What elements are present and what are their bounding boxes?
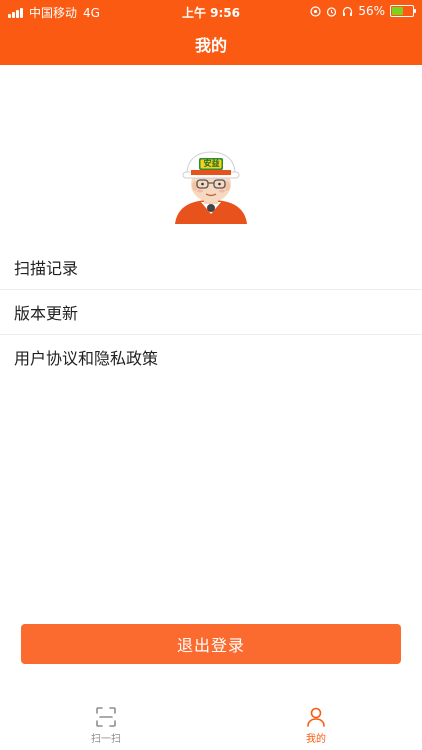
menu-item-version-update[interactable]: 版本更新 [0,290,422,335]
tab-bar: 扫一扫 我的 [0,700,422,750]
tab-mine[interactable]: 我的 [276,706,356,745]
avatar: 安益 [173,150,249,224]
menu-item-user-agreement-privacy[interactable]: 用户协议和隐私政策 [0,335,422,379]
settings-menu: 扫描记录 版本更新 用户协议和隐私政策 [0,245,422,379]
avatar-badge-text: 安益 [203,159,220,168]
tab-scan[interactable]: 扫一扫 [66,706,146,745]
tab-label: 扫一扫 [91,734,121,745]
battery-icon [390,5,416,17]
status-right: 56% [310,4,416,18]
alarm-icon [327,6,337,17]
menu-item-label: 版本更新 [14,304,79,323]
logout-button[interactable]: 退出登录 [21,624,401,664]
menu-item-label: 用户协议和隐私政策 [14,349,159,368]
status-bar: 中国移动 4G 上午 9:56 56% [0,0,422,22]
location-lock-icon [310,5,321,17]
nav-bar: 我的 [0,22,422,65]
logout-label: 退出登录 [176,636,245,655]
scan-icon [96,707,116,727]
headphones-icon [343,6,353,16]
battery-percent: 56% [358,4,385,18]
page-title: 我的 [194,35,227,55]
menu-item-label: 扫描记录 [14,259,79,278]
menu-item-scan-history[interactable]: 扫描记录 [0,245,422,290]
person-icon [307,707,325,727]
tab-label: 我的 [306,734,326,745]
